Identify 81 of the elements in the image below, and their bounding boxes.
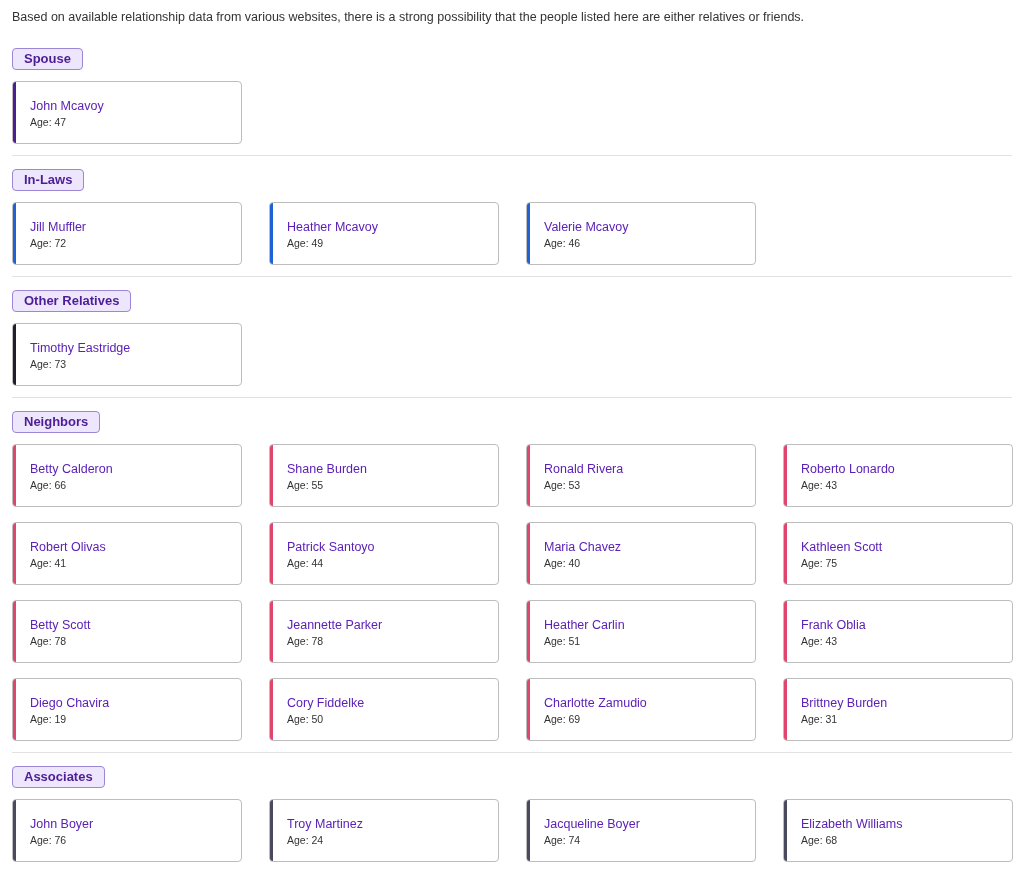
- person-age: Age: 53: [544, 477, 582, 493]
- person-card[interactable]: Ronald Rivera Age: 53: [526, 444, 756, 507]
- person-age: Age: 78: [30, 633, 68, 649]
- person-name: Patrick Santoyo: [287, 538, 375, 556]
- person-card[interactable]: Cory Fiddelke Age: 50: [269, 678, 499, 741]
- person-name: Jacqueline Boyer: [544, 815, 640, 833]
- person-card[interactable]: Maria Chavez Age: 40: [526, 522, 756, 585]
- person-card[interactable]: Jacqueline Boyer Age: 74: [526, 799, 756, 862]
- person-age: Age: 44: [287, 555, 325, 571]
- person-card[interactable]: Patrick Santoyo Age: 44: [269, 522, 499, 585]
- person-card[interactable]: Jill Muffler Age: 72: [12, 202, 242, 265]
- section-label: Spouse: [12, 48, 83, 70]
- intro-text: Based on available relationship data from various websites, there is a strong possibility that the people listed here are either relatives or friends.: [12, 9, 806, 26]
- person-age: Age: 41: [30, 555, 68, 571]
- person-card[interactable]: Frank Oblia Age: 43: [783, 600, 1013, 663]
- person-age: Age: 43: [801, 633, 839, 649]
- person-name: Kathleen Scott: [801, 538, 883, 556]
- person-card[interactable]: Heather Carlin Age: 51: [526, 600, 756, 663]
- person-name: Elizabeth Williams: [801, 815, 903, 833]
- person-card[interactable]: Shane Burden Age: 55: [269, 444, 499, 507]
- person-name: John Mcavoy: [30, 97, 104, 115]
- person-card[interactable]: Jeannette Parker Age: 78: [269, 600, 499, 663]
- person-name: Charlotte Zamudio: [544, 694, 647, 712]
- person-card[interactable]: John Boyer Age: 76: [12, 799, 242, 862]
- person-card[interactable]: Robert Olivas Age: 41: [12, 522, 242, 585]
- person-age: Age: 75: [801, 555, 839, 571]
- person-name: Valerie Mcavoy: [544, 218, 629, 236]
- person-age: Age: 46: [544, 235, 582, 251]
- person-age: Age: 50: [287, 711, 325, 727]
- person-card[interactable]: Kathleen Scott Age: 75: [783, 522, 1013, 585]
- person-card[interactable]: Charlotte Zamudio Age: 69: [526, 678, 756, 741]
- section-label: Neighbors: [12, 411, 101, 433]
- person-name: Frank Oblia: [801, 616, 866, 634]
- person-card[interactable]: Troy Martinez Age: 24: [269, 799, 499, 862]
- person-age: Age: 51: [544, 633, 582, 649]
- person-card[interactable]: John Mcavoy Age: 47: [12, 81, 242, 144]
- person-name: Diego Chavira: [30, 694, 110, 712]
- person-name: Cory Fiddelke: [287, 694, 365, 712]
- person-age: Age: 19: [30, 711, 68, 727]
- person-age: Age: 76: [30, 832, 68, 848]
- person-name: Betty Scott: [30, 616, 91, 634]
- person-name: Heather Mcavoy: [287, 218, 378, 236]
- person-name: Ronald Rivera: [544, 460, 624, 478]
- person-card[interactable]: Roberto Lonardo Age: 43: [783, 444, 1013, 507]
- person-card[interactable]: Valerie Mcavoy Age: 46: [526, 202, 756, 265]
- person-age: Age: 47: [30, 114, 68, 130]
- person-age: Age: 73: [30, 356, 68, 372]
- person-name: Betty Calderon: [30, 460, 113, 478]
- person-age: Age: 40: [544, 555, 582, 571]
- person-name: Brittney Burden: [801, 694, 888, 712]
- person-age: Age: 55: [287, 477, 325, 493]
- person-card[interactable]: Diego Chavira Age: 19: [12, 678, 242, 741]
- person-name: Jill Muffler: [30, 218, 87, 236]
- person-age: Age: 66: [30, 477, 68, 493]
- section-label: Other Relatives: [12, 290, 132, 312]
- person-name: Robert Olivas: [30, 538, 106, 556]
- person-age: Age: 78: [287, 633, 325, 649]
- person-age: Age: 49: [287, 235, 325, 251]
- section-label: Associates: [12, 766, 105, 788]
- person-name: Maria Chavez: [544, 538, 622, 556]
- person-name: John Boyer: [30, 815, 94, 833]
- person-age: Age: 68: [801, 832, 839, 848]
- person-card[interactable]: Betty Calderon Age: 66: [12, 444, 242, 507]
- person-card[interactable]: Brittney Burden Age: 31: [783, 678, 1013, 741]
- person-age: Age: 31: [801, 711, 839, 727]
- person-name: Roberto Lonardo: [801, 460, 895, 478]
- person-age: Age: 69: [544, 711, 582, 727]
- person-name: Heather Carlin: [544, 616, 625, 634]
- person-card[interactable]: Betty Scott Age: 78: [12, 600, 242, 663]
- person-age: Age: 74: [544, 832, 582, 848]
- person-name: Timothy Eastridge: [30, 339, 131, 357]
- person-card[interactable]: Heather Mcavoy Age: 49: [269, 202, 499, 265]
- person-age: Age: 24: [287, 832, 325, 848]
- person-age: Age: 72: [30, 235, 68, 251]
- person-card[interactable]: Elizabeth Williams Age: 68: [783, 799, 1013, 862]
- person-name: Jeannette Parker: [287, 616, 383, 634]
- person-name: Shane Burden: [287, 460, 367, 478]
- section-label: In-Laws: [12, 169, 85, 191]
- person-age: Age: 43: [801, 477, 839, 493]
- person-name: Troy Martinez: [287, 815, 363, 833]
- person-card[interactable]: Timothy Eastridge Age: 73: [12, 323, 242, 386]
